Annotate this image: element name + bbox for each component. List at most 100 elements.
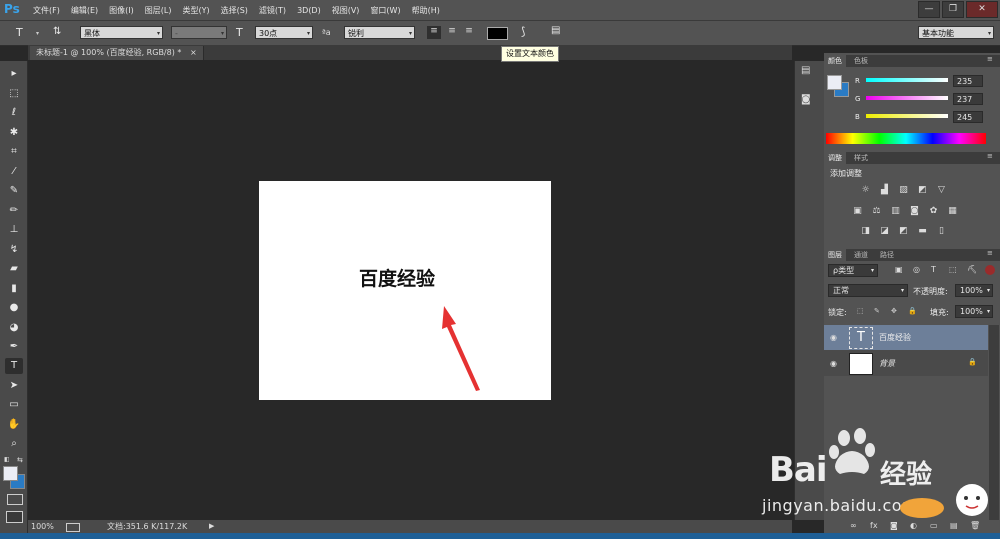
workspace-select[interactable]: 基本功能 ▾ — [918, 26, 994, 39]
layer-filter-icon[interactable]: T — [931, 265, 936, 274]
warp-text-icon[interactable]: ⟆ — [521, 25, 525, 38]
visibility-eye-icon[interactable]: ◉ — [830, 333, 840, 342]
adjustment-icon[interactable]: ◙ — [908, 206, 921, 217]
adjustment-icon[interactable]: ◪ — [878, 226, 891, 237]
menu-item[interactable]: 编辑(E) — [71, 5, 98, 16]
blur-tool-icon[interactable]: ● — [5, 300, 23, 316]
fill-field[interactable]: 100% ▾ — [955, 305, 993, 318]
crop-tool-icon[interactable]: ⌗ — [5, 144, 23, 160]
brush-tool-icon[interactable]: ✏ — [5, 203, 23, 219]
menu-item[interactable]: 视图(V) — [332, 5, 360, 16]
screen-mode-icon[interactable] — [6, 511, 23, 523]
panel-menu-icon[interactable]: ≡ — [987, 249, 993, 257]
properties-panel-icon[interactable]: ◙ — [801, 94, 817, 108]
eraser-tool-icon[interactable]: ▰ — [5, 261, 23, 277]
gradient-tool-icon[interactable]: ▮ — [5, 281, 23, 297]
menu-item[interactable]: 图层(L) — [145, 5, 172, 16]
tab-paths[interactable]: 路径 — [876, 249, 898, 261]
menu-item[interactable]: 帮助(H) — [412, 5, 440, 16]
visibility-eye-icon[interactable]: ◉ — [830, 359, 840, 368]
lock-option-icon[interactable]: ✥ — [891, 307, 897, 315]
adjustment-icon[interactable]: ▦ — [946, 206, 959, 217]
color-fg-swatch[interactable] — [827, 75, 842, 90]
healing-brush-tool-icon[interactable]: ✎ — [5, 183, 23, 199]
r-value[interactable]: 235 — [953, 75, 983, 87]
layer-name[interactable]: 百度经验 — [879, 332, 911, 343]
tab-styles[interactable]: 样式 — [850, 152, 872, 164]
adjustment-icon[interactable]: ▯ — [935, 226, 948, 237]
path-selection-tool-icon[interactable]: ➤ — [5, 378, 23, 394]
adjustment-icon[interactable]: ▥ — [889, 206, 902, 217]
b-slider[interactable] — [866, 114, 948, 118]
opacity-field[interactable]: 100% ▾ — [955, 284, 993, 297]
blend-mode-select[interactable]: 正常 ▾ — [828, 284, 908, 297]
menu-item[interactable]: 3D(D) — [297, 6, 321, 15]
adjustment-icon[interactable]: ▽ — [935, 185, 948, 196]
menu-item[interactable]: 选择(S) — [221, 5, 248, 16]
canvas-text-layer[interactable]: 百度经验 — [359, 264, 435, 291]
tab-color[interactable]: 颜色 — [824, 55, 846, 67]
b-value[interactable]: 245 — [953, 111, 983, 123]
history-panel-icon[interactable]: ▤ — [801, 65, 817, 79]
filter-toggle-icon[interactable] — [985, 265, 995, 275]
type-tool-icon[interactable]: T — [5, 358, 23, 374]
layer-row-text[interactable]: ◉ T 百度经验 — [824, 325, 988, 350]
align-left-icon[interactable]: ≡ — [427, 26, 441, 39]
color-spectrum-ramp[interactable] — [826, 133, 986, 144]
menu-item[interactable]: 窗口(W) — [370, 5, 400, 16]
adjustment-icon[interactable]: ◩ — [897, 226, 910, 237]
zoom-level[interactable]: 100% — [31, 520, 54, 533]
tab-close-icon[interactable]: × — [190, 48, 197, 57]
zoom-tool-icon[interactable]: ⌕ — [5, 436, 23, 452]
adjustment-icon[interactable]: ✿ — [927, 206, 940, 217]
foreground-color-swatch[interactable] — [3, 466, 18, 481]
status-menu-arrow-icon[interactable]: ▶ — [209, 520, 214, 533]
lasso-tool-icon[interactable]: ℓ — [5, 105, 23, 121]
eyedropper-tool-icon[interactable]: ⁄ — [5, 164, 23, 180]
adjustment-icon[interactable]: ◨ — [859, 226, 872, 237]
restore-button[interactable]: ❐ — [942, 1, 964, 18]
tab-adjustments[interactable]: 调整 — [824, 152, 846, 164]
align-center-icon[interactable]: ≡ — [445, 26, 459, 39]
adjustment-icon[interactable]: ☼ — [859, 185, 872, 196]
layer-filter-icon[interactable]: ⛏ — [967, 265, 977, 274]
align-right-icon[interactable]: ≡ — [462, 26, 476, 39]
adjustment-icon[interactable]: ▬ — [916, 226, 929, 237]
minimize-button[interactable]: — — [918, 1, 940, 18]
character-panel-icon[interactable]: ▤ — [551, 25, 560, 36]
text-color-swatch[interactable] — [487, 27, 508, 40]
default-colors-icon[interactable]: ◧ — [4, 456, 10, 463]
preset-dropdown-icon[interactable]: ▾ — [36, 30, 39, 37]
swap-colors-icon[interactable]: ⇆ — [17, 456, 23, 464]
quick-mask-icon[interactable] — [7, 494, 23, 505]
shape-tool-icon[interactable]: ▭ — [5, 397, 23, 413]
lock-option-icon[interactable]: ✎ — [874, 307, 880, 315]
layer-row-background[interactable]: ◉ 背景 🔒 — [824, 351, 988, 376]
font-family-select[interactable]: 黑体 ▾ — [80, 26, 163, 39]
tab-layers[interactable]: 图层 — [824, 249, 846, 261]
layer-filter-icon[interactable]: ⬚ — [949, 265, 957, 274]
adjustment-icon[interactable]: ⚖ — [870, 206, 883, 217]
layer-filter-select[interactable]: ρ类型 ▾ — [828, 264, 878, 277]
r-slider[interactable] — [866, 78, 948, 82]
menu-item[interactable]: 文件(F) — [33, 5, 60, 16]
hand-tool-icon[interactable]: ✋ — [5, 417, 23, 433]
stamp-tool-icon[interactable]: ⊥ — [5, 222, 23, 238]
magic-wand-tool-icon[interactable]: ✱ — [5, 125, 23, 141]
move-tool-icon[interactable]: ▸ — [5, 66, 23, 82]
adjustment-icon[interactable]: ▣ — [851, 206, 864, 217]
dodge-tool-icon[interactable]: ◕ — [5, 320, 23, 336]
g-slider[interactable] — [866, 96, 948, 100]
tab-swatches[interactable]: 色板 — [850, 55, 872, 67]
adjustment-icon[interactable]: ▨ — [897, 185, 910, 196]
panel-menu-icon[interactable]: ≡ — [987, 55, 993, 63]
tab-channels[interactable]: 通道 — [850, 249, 872, 261]
adjustment-icon[interactable]: ◩ — [916, 185, 929, 196]
layer-filter-icon[interactable]: ◎ — [913, 265, 920, 274]
menu-item[interactable]: 图像(I) — [109, 5, 134, 16]
lock-option-icon[interactable]: ⬚ — [857, 307, 864, 315]
toggle-orientation-icon[interactable]: ⇅ — [53, 26, 61, 37]
history-brush-tool-icon[interactable]: ↯ — [5, 242, 23, 258]
font-style-select[interactable]: - ▾ — [171, 26, 227, 39]
layer-filter-icon[interactable]: ▣ — [895, 265, 903, 274]
